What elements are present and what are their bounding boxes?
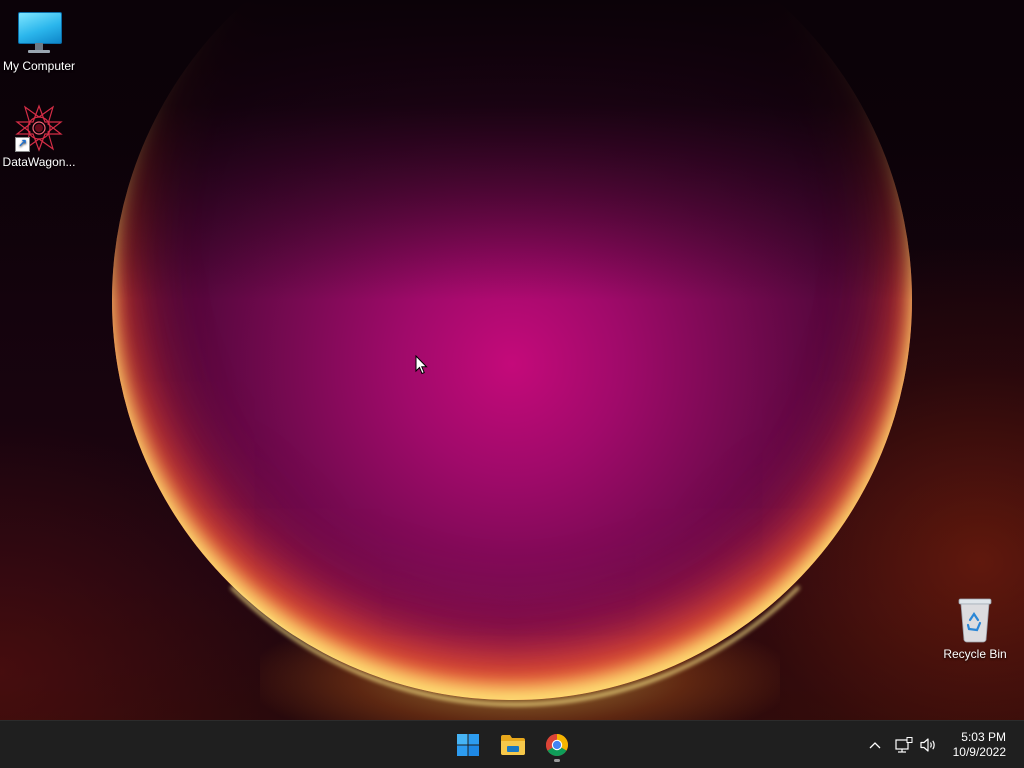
start-button[interactable] xyxy=(448,727,488,763)
windows-start-icon xyxy=(457,734,479,756)
chrome-button[interactable] xyxy=(537,727,577,763)
running-indicator xyxy=(554,759,560,762)
chrome-icon xyxy=(546,734,568,756)
network-icon xyxy=(895,737,913,753)
datawagon-app-icon: ↗ xyxy=(15,104,63,152)
desktop-icon-datawagon[interactable]: ↗ DataWagon... xyxy=(0,104,78,169)
desktop-icon-recycle-bin[interactable]: Recycle Bin xyxy=(936,596,1014,661)
desktop-icon-my-computer[interactable]: My Computer xyxy=(0,10,78,73)
recycle-bin-icon xyxy=(955,596,995,644)
shortcut-arrow-icon: ↗ xyxy=(15,137,30,152)
desktop[interactable]: My Computer ↗ DataWagon... Recycle Bin 5… xyxy=(0,0,1024,768)
desktop-icon-label: Recycle Bin xyxy=(943,647,1007,661)
wallpaper-top-shade xyxy=(0,0,1024,300)
network-button[interactable] xyxy=(892,721,916,768)
tray-overflow-button[interactable] xyxy=(864,721,886,768)
file-explorer-button[interactable] xyxy=(493,727,533,763)
monitor-icon xyxy=(17,10,62,56)
clock-date: 10/9/2022 xyxy=(952,745,1006,759)
folder-icon xyxy=(501,735,525,755)
taskbar: 5:03 PM 10/9/2022 xyxy=(0,720,1024,768)
desktop-icon-label: DataWagon... xyxy=(2,155,76,169)
chevron-up-icon xyxy=(869,742,881,749)
desktop-icon-label: My Computer xyxy=(2,59,76,73)
taskbar-clock[interactable]: 5:03 PM 10/9/2022 xyxy=(936,730,1006,760)
mouse-cursor-icon xyxy=(415,354,429,375)
clock-time: 5:03 PM xyxy=(961,730,1006,744)
